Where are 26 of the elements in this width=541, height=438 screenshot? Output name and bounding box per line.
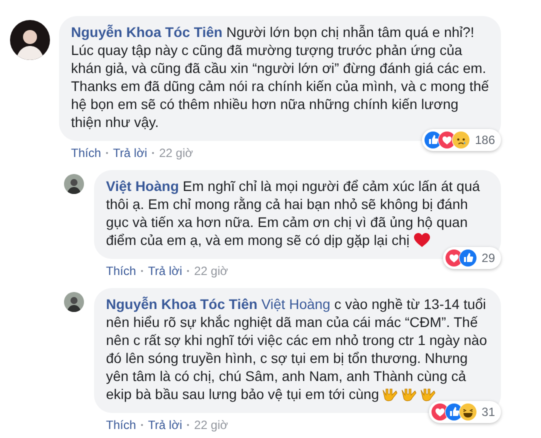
comment-action-link[interactable]: Trả lời xyxy=(113,144,148,162)
comment-action-link[interactable]: Thích xyxy=(106,262,136,280)
reaction-badge[interactable]: 186 xyxy=(422,129,501,151)
reaction-count: 31 xyxy=(482,404,495,421)
comment-action-link[interactable]: Thích xyxy=(71,144,102,162)
author-link[interactable]: Nguyễn Khoa Tóc Tiên xyxy=(71,24,222,40)
rock-hand-emoji-icon xyxy=(400,386,418,402)
heart-emoji-icon xyxy=(414,233,430,248)
comment-text: Việt Hoàng Em nghĩ chỉ là mọi người để cảm xúc lấn át quá thôi ạ. Em chỉ mong rằng cả hai bạn nhỏ sẽ không bị đánh gục và tiến xa hơn nữa. Em cảm ơn chị vì đã ủng hộ quan điểm của em ạ, và em mong sẽ có dịp gặp lại chị xyxy=(106,177,481,249)
comment-time: 22 giờ xyxy=(194,417,228,434)
comment-action-link[interactable]: Trả lời xyxy=(148,262,182,280)
mention-link[interactable]: Việt Hoàng xyxy=(261,296,330,312)
comment-action-link[interactable]: Thích xyxy=(106,416,136,434)
author-link[interactable]: Việt Hoàng xyxy=(106,178,179,194)
comment-time: 22 giờ xyxy=(159,145,193,162)
comment-time: 22 giờ xyxy=(194,263,228,280)
comment-text: Nguyễn Khoa Tóc Tiên Việt Hoàng c vào nghề từ 13-14 tuổi nên hiểu rõ sự khắc nghiệt dã man của cái mác “CĐM”. Thế nên c rất sợ khi nghĩ tới việc các em nhỏ trong ctr 1 ngày nào đó lên sóng truyền hình, c sợ tụi em bị tổn thương. Nhưng yên tâm là có chị, chú Sâm, anh Nam, anh Thành cùng cả ekip bà bầu sau lưng bảo vệ tụi em tới cùng xyxy=(106,295,488,403)
comment-action-link[interactable]: Trả lời xyxy=(148,416,182,434)
reaction-count: 29 xyxy=(482,250,495,267)
author-link[interactable]: Nguyễn Khoa Tóc Tiên xyxy=(106,296,258,312)
rock-hand-emoji-icon xyxy=(381,386,398,402)
rock-hand-emoji-icon xyxy=(419,386,436,402)
reaction-badge[interactable]: 29 xyxy=(442,247,501,269)
reaction-badge[interactable]: 31 xyxy=(428,401,501,423)
reaction-count: 186 xyxy=(474,132,495,149)
comment-text: Nguyễn Khoa Tóc Tiên Người lớn bọn chị nhẫn tâm quá e nhỉ?! Lúc quay tập này c cũng đã mường tượng trước phản ứng của khán giả, và cũng đã cầu xin “người lớn ơi” đừng đánh giá các em. Thanks em đã dũng cảm nói ra chính kiến của mình, và c mong thế hệ bọn em sẽ có thêm nhiều hơn nữa những chính kiến lương thiện như vậy. xyxy=(71,23,489,131)
